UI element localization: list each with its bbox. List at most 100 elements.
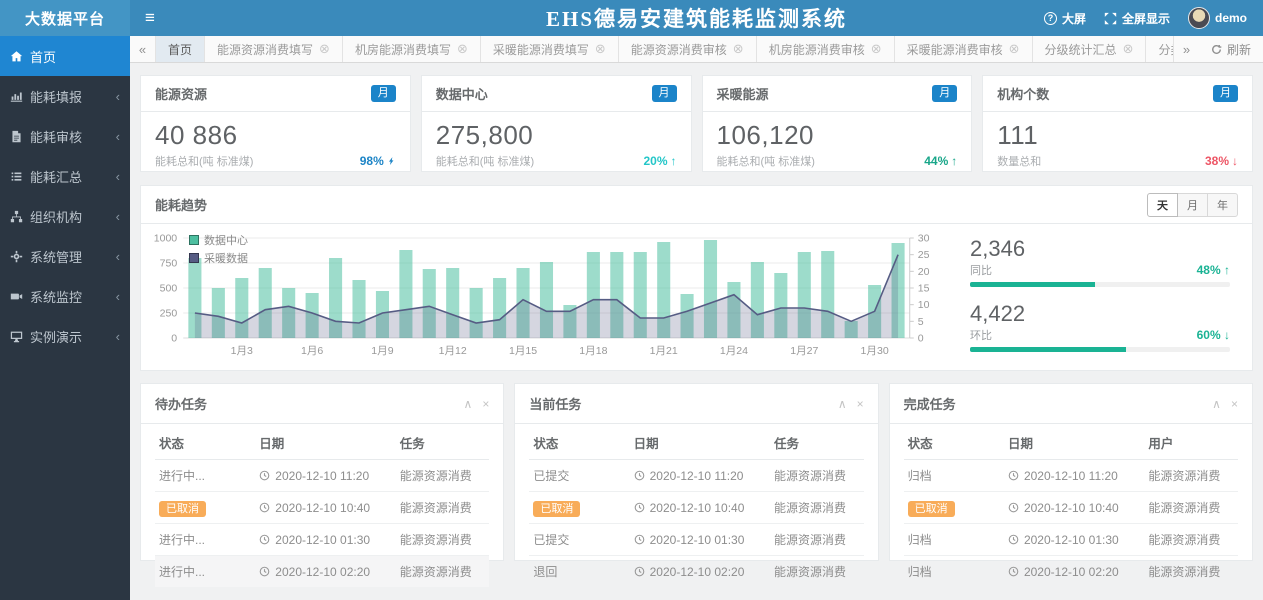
legend-item-数据中心[interactable]: 数据中心 <box>189 232 248 248</box>
stat-card-能源资源: 能源资源月40 886能耗总和(吨 标准煤)98% <box>140 75 411 172</box>
month-badge: 月 <box>652 85 677 102</box>
user-menu[interactable]: demo <box>1188 7 1247 29</box>
legend-item-采暖数据[interactable]: 采暖数据 <box>189 250 248 266</box>
tab-机房能源消费审核[interactable]: 机房能源消费审核⊗ <box>757 36 895 62</box>
table-row[interactable]: 已取消2020-12-10 10:40能源资源消费 <box>904 492 1238 524</box>
tab-label: 能源资源消费审核 <box>631 41 727 58</box>
column-header: 状态 <box>529 424 629 460</box>
task-card-title: 待办任务 <box>155 394 207 413</box>
table-row[interactable]: 归档2020-12-10 11:20能源资源消费 <box>904 460 1238 492</box>
tab-close-icon[interactable]: ⊗ <box>871 41 882 57</box>
table-row[interactable]: 归档2020-12-10 01:30能源资源消费 <box>904 524 1238 556</box>
sidebar-item-系统监控[interactable]: 系统监控‹ <box>0 276 130 316</box>
column-header: 用户 <box>1144 424 1238 460</box>
tab-close-icon[interactable]: ⊗ <box>1123 41 1134 57</box>
sidebar-nav: 首页能耗填报‹能耗审核‹能耗汇总‹组织机构‹系统管理‹系统监控‹实例演示‹ <box>0 36 130 600</box>
stat-label: 能耗总和(吨 标准煤) <box>155 153 253 169</box>
collapse-icon[interactable]: ∧ <box>464 397 473 411</box>
platform-logo[interactable]: 大数据平台 <box>0 0 130 36</box>
table-row[interactable]: 归档2020-12-10 02:20能源资源消费 <box>904 556 1238 588</box>
close-icon[interactable]: × <box>1231 397 1238 411</box>
trend-chart: 025050075010000510152025301月31月61月91月121… <box>141 224 952 370</box>
tab-close-icon[interactable]: ⊗ <box>733 41 744 57</box>
table-row[interactable]: 进行中...2020-12-10 02:20能源资源消费 <box>155 556 489 588</box>
big-screen-button[interactable]: ? 大屏 <box>1044 10 1086 27</box>
trend-stat-value: 4,422 <box>970 301 1230 327</box>
svg-text:750: 750 <box>160 258 178 270</box>
chart-icon <box>10 90 30 103</box>
status-text: 已提交 <box>533 533 569 547</box>
tab-采暖能源消费填写[interactable]: 采暖能源消费填写⊗ <box>481 36 619 62</box>
sidebar-item-首页[interactable]: 首页 <box>0 36 130 76</box>
task-text: 能源资源消费 <box>774 501 846 515</box>
clock-icon <box>634 566 645 577</box>
collapse-icon[interactable]: ∧ <box>838 397 847 411</box>
table-row[interactable]: 已取消2020-12-10 10:40能源资源消费 <box>529 492 863 524</box>
date-text: 2020-12-10 10:40 <box>1024 501 1119 515</box>
sidebar-toggle-icon[interactable]: ≡ <box>130 8 170 28</box>
svg-text:5: 5 <box>918 316 924 328</box>
range-button-天[interactable]: 天 <box>1147 193 1178 217</box>
tab-能源资源消费填写[interactable]: 能源资源消费填写⊗ <box>205 36 343 62</box>
month-badge: 月 <box>1213 85 1238 102</box>
trend-stat-环比: 4,422环比60% ↓ <box>970 301 1230 352</box>
tab-close-icon[interactable]: ⊗ <box>457 41 468 57</box>
tab-分级统计汇总[interactable]: 分级统计汇总 ⊗ <box>1033 36 1147 62</box>
refresh-button[interactable]: 刷新 <box>1199 36 1263 62</box>
table-row[interactable]: 已提交2020-12-10 01:30能源资源消费 <box>529 524 863 556</box>
tab-能源资源消费审核[interactable]: 能源资源消费审核 ⊗ <box>619 36 757 62</box>
navbar-actions: ? 大屏 全屏显示 demo <box>1044 7 1263 29</box>
navbar: ≡ EHS德易安建筑能耗监测系统 ? 大屏 全屏显示 demo <box>130 0 1263 36</box>
tab-机房能源消费填写[interactable]: 机房能源消费填写⊗ <box>343 36 481 62</box>
task-text: 能源资源消费 <box>774 533 846 547</box>
tabs-scroll-right-icon[interactable]: » <box>1173 36 1199 62</box>
task-text: 能源资源消费 <box>1148 565 1220 579</box>
trend-stat-value: 2,346 <box>970 236 1230 262</box>
range-button-年[interactable]: 年 <box>1207 193 1238 217</box>
stat-value: 275,800 <box>436 120 677 151</box>
tab-close-icon[interactable]: ⊗ <box>1009 41 1020 57</box>
fullscreen-button[interactable]: 全屏显示 <box>1104 10 1170 27</box>
sitemap-icon <box>10 210 30 223</box>
table-row[interactable]: 已提交2020-12-10 11:20能源资源消费 <box>529 460 863 492</box>
tab-label: 分级统计汇总 <box>1045 41 1117 58</box>
status-badge: 已取消 <box>159 501 206 517</box>
table-row[interactable]: 退回2020-12-10 02:20能源资源消费 <box>529 556 863 588</box>
tabs-scroll-left-icon[interactable]: « <box>130 36 156 62</box>
task-text: 能源资源消费 <box>400 469 472 483</box>
chevron-left-icon: ‹ <box>116 169 120 184</box>
status-text: 退回 <box>533 565 557 579</box>
sidebar-item-系统管理[interactable]: 系统管理‹ <box>0 236 130 276</box>
tab-label: 采暖能源消费审核 <box>907 41 1003 58</box>
energy-trend-card: 能耗趋势 天月年 025050075010000510152025301月31月… <box>140 185 1253 371</box>
tab-close-icon[interactable]: ⊗ <box>319 41 330 57</box>
status-text: 归档 <box>908 565 932 579</box>
trend-stat-percent: 60% ↓ <box>1197 328 1230 342</box>
svg-text:0: 0 <box>171 333 177 345</box>
date-text: 2020-12-10 11:20 <box>650 469 744 483</box>
tab-分类统计汇总[interactable]: 分类统计汇总⊗ <box>1146 36 1173 62</box>
status-text: 归档 <box>908 533 932 547</box>
close-icon[interactable]: × <box>482 397 489 411</box>
close-icon[interactable]: × <box>857 397 864 411</box>
sidebar-item-label: 系统监控 <box>30 287 82 306</box>
sidebar-item-能耗审核[interactable]: 能耗审核‹ <box>0 116 130 156</box>
sidebar-item-组织机构[interactable]: 组织机构‹ <box>0 196 130 236</box>
table-row[interactable]: 进行中...2020-12-10 01:30能源资源消费 <box>155 524 489 556</box>
sidebar-item-能耗填报[interactable]: 能耗填报‹ <box>0 76 130 116</box>
tab-close-icon[interactable]: ⊗ <box>595 41 606 57</box>
home-icon <box>10 50 30 63</box>
column-header: 日期 <box>255 424 395 460</box>
range-button-月[interactable]: 月 <box>1177 193 1208 217</box>
tab-采暖能源消费审核[interactable]: 采暖能源消费审核 ⊗ <box>895 36 1033 62</box>
collapse-icon[interactable]: ∧ <box>1212 397 1221 411</box>
tab-首页[interactable]: 首页 <box>156 36 205 62</box>
stat-label: 数量总和 <box>997 153 1041 169</box>
sidebar-item-label: 能耗审核 <box>30 127 82 146</box>
sidebar-item-实例演示[interactable]: 实例演示‹ <box>0 316 130 356</box>
table-row[interactable]: 已取消2020-12-10 10:40能源资源消费 <box>155 492 489 524</box>
stat-card-title: 机构个数 <box>997 84 1049 103</box>
sidebar-item-能耗汇总[interactable]: 能耗汇总‹ <box>0 156 130 196</box>
table-row[interactable]: 进行中...2020-12-10 11:20能源资源消费 <box>155 460 489 492</box>
username-label: demo <box>1215 11 1247 25</box>
